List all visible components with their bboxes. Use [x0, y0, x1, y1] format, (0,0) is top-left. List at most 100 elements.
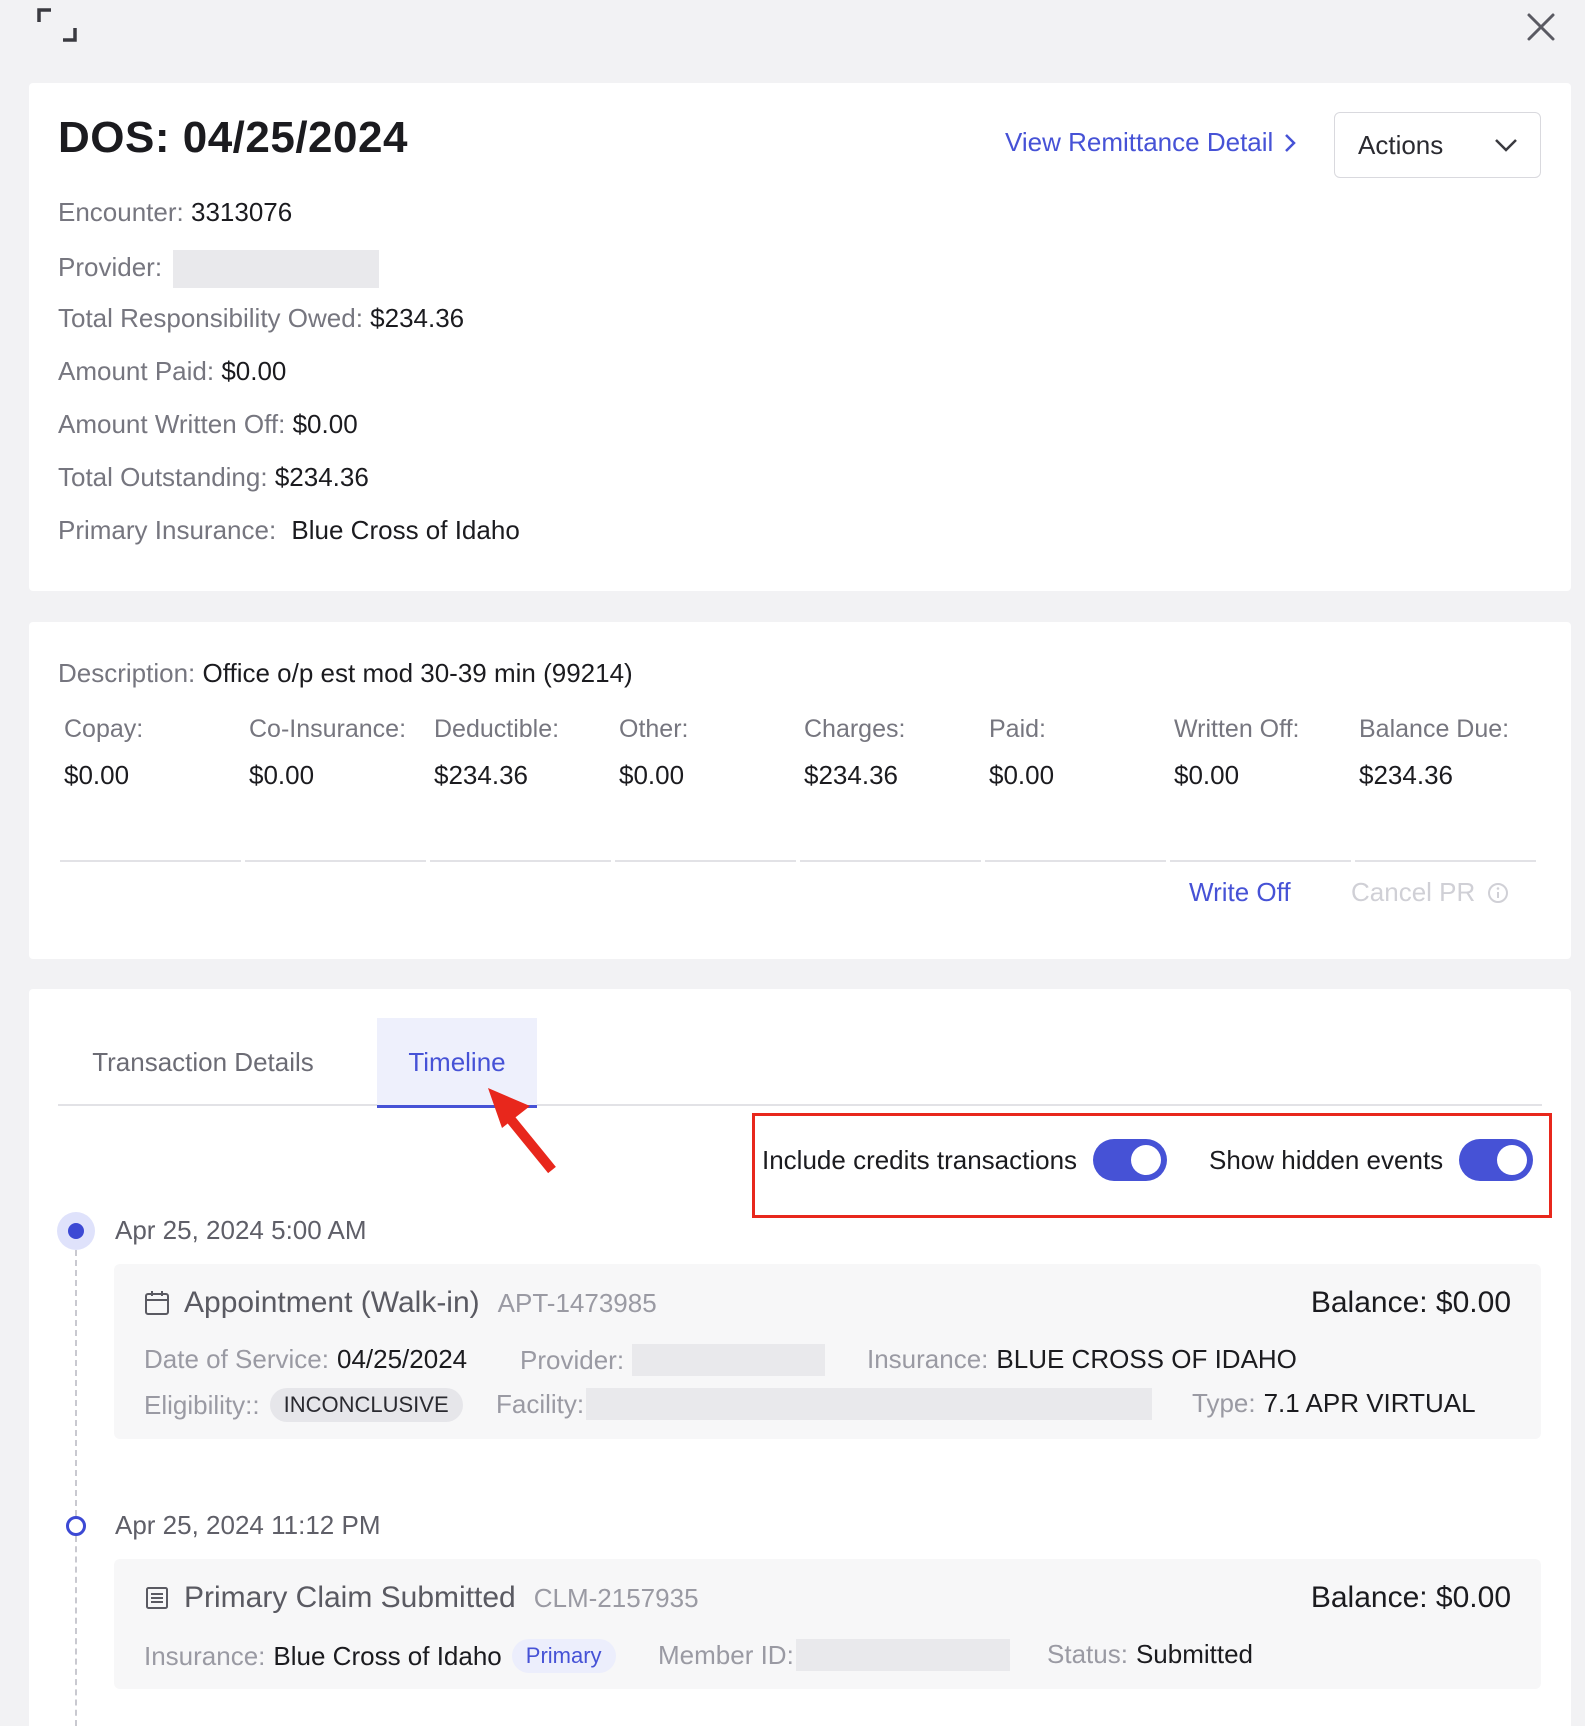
show-hidden-events-toggle[interactable] — [1459, 1139, 1534, 1181]
include-credits-label: Include credits transactions — [762, 1144, 1078, 1175]
event-title: Appointment (Walk-in) — [184, 1286, 480, 1319]
total-outstanding-label: Total Outstanding: — [58, 462, 268, 492]
date-of-service-value: 04/25/2024 — [336, 1344, 468, 1374]
provider-redacted — [632, 1344, 826, 1376]
deductible-label: Deductible: — [434, 715, 560, 743]
provider-row: Provider: — [58, 250, 380, 288]
chevron-right-icon — [1285, 133, 1297, 152]
insurance-label: Insurance: — [144, 1640, 266, 1671]
amount-written-off-row: Amount Written Off: $0.00 — [58, 409, 358, 440]
timeline-dot-active — [57, 1212, 95, 1250]
member-id-redacted — [795, 1639, 1010, 1671]
provider-label: Provider: — [520, 1344, 625, 1375]
divider — [985, 860, 1166, 862]
event-id: APT-1473985 — [497, 1287, 657, 1318]
show-hidden-events-label: Show hidden events — [1209, 1144, 1444, 1175]
view-remittance-detail-label: View Remittance Detail — [1005, 127, 1274, 157]
timeline-dot — [66, 1516, 86, 1536]
tab-transaction-details[interactable]: Transaction Details — [58, 1018, 348, 1106]
charges-value: $234.36 — [804, 760, 898, 790]
amount-written-off-label: Amount Written Off: — [58, 409, 286, 439]
timeline-date: Apr 25, 2024 11:12 PM — [115, 1510, 381, 1540]
facility-redacted — [586, 1388, 1153, 1420]
facility-label: Facility: — [496, 1388, 585, 1419]
total-responsibility-value: $234.36 — [370, 303, 465, 333]
divider — [60, 860, 241, 862]
written-off-label: Written Off: — [1174, 715, 1300, 743]
balance-due-column: Balance Due: $234.36 — [1353, 715, 1536, 865]
divider — [1170, 860, 1351, 862]
balance-due-label: Balance Due: — [1359, 715, 1510, 743]
tab-bar: Transaction Details Timeline — [58, 1018, 1542, 1108]
event-id: CLM-2157935 — [533, 1582, 699, 1613]
chevron-down-icon — [1495, 139, 1517, 152]
copay-label: Copay: — [64, 715, 144, 743]
event-balance: Balance: $0.00 — [1310, 1581, 1511, 1614]
event-title: Primary Claim Submitted — [184, 1581, 516, 1614]
amount-paid-row: Amount Paid: $0.00 — [58, 356, 286, 387]
divider — [430, 860, 611, 862]
view-remittance-detail-link[interactable]: View Remittance Detail — [1005, 127, 1297, 158]
info-icon — [1488, 882, 1509, 903]
timeline-connector — [75, 1536, 77, 1726]
other-value: $0.00 — [619, 760, 685, 790]
co-insurance-value: $0.00 — [249, 760, 315, 790]
member-id-label: Member ID: — [658, 1639, 794, 1670]
insurance-label: Insurance: — [867, 1344, 989, 1374]
insurance-value: Blue Cross of Idaho — [273, 1640, 502, 1671]
insurance-field: Insurance: Blue Cross of Idaho Primary — [144, 1639, 616, 1673]
total-outstanding-row: Total Outstanding: $234.36 — [58, 462, 369, 493]
divider — [615, 860, 796, 862]
description-label: Description: — [58, 658, 196, 688]
divider — [245, 860, 426, 862]
close-icon[interactable] — [1522, 8, 1560, 46]
event-title-row: Appointment (Walk-in) APT-1473985 — [144, 1286, 657, 1320]
type-label: Type: — [1192, 1388, 1256, 1418]
charges-column: Charges: $234.36 — [798, 715, 981, 865]
event-title-row: Primary Claim Submitted CLM-2157935 — [144, 1581, 699, 1615]
deductible-column: Deductible: $234.36 — [428, 715, 611, 865]
write-off-button[interactable]: Write Off — [1189, 877, 1291, 908]
description-row: Description: Office o/p est mod 30-39 mi… — [58, 658, 633, 689]
copay-column: Copay: $0.00 — [58, 715, 241, 865]
paid-value: $0.00 — [989, 760, 1055, 790]
timeline-event-claim[interactable]: Primary Claim Submitted CLM-2157935 Bala… — [114, 1559, 1541, 1689]
insurance-field: Insurance: BLUE CROSS OF IDAHO — [867, 1344, 1297, 1375]
member-id-field: Member ID: — [658, 1639, 1010, 1671]
amount-written-off-value: $0.00 — [292, 409, 358, 439]
provider-field: Provider: — [520, 1344, 826, 1376]
calendar-icon — [145, 1291, 169, 1315]
annotation-arrow-icon — [488, 1088, 556, 1174]
primary-insurance-label: Primary Insurance: — [58, 515, 277, 545]
actions-dropdown[interactable]: Actions — [1334, 112, 1541, 178]
timeline-event-appointment[interactable]: Appointment (Walk-in) APT-1473985 Balanc… — [114, 1264, 1541, 1439]
include-credits-toggle-row: Include credits transactions — [762, 1139, 1168, 1181]
copay-value: $0.00 — [64, 760, 130, 790]
show-hidden-events-toggle-row: Show hidden events — [1209, 1139, 1534, 1181]
status-field: Status: Submitted — [1047, 1639, 1253, 1670]
provider-label: Provider: — [58, 251, 163, 282]
encounter-summary-card: DOS: 04/25/2024 View Remittance Detail A… — [29, 83, 1571, 591]
primary-insurance-row: Primary Insurance: Blue Cross of Idaho — [58, 515, 520, 546]
eligibility-badge: INCONCLUSIVE — [269, 1388, 463, 1422]
charge-line-card: Description: Office o/p est mod 30-39 mi… — [29, 622, 1571, 959]
timeline-connector — [75, 1250, 77, 1516]
total-responsibility-label: Total Responsibility Owed: — [58, 303, 363, 333]
document-icon — [146, 1587, 168, 1609]
total-outstanding-value: $234.36 — [274, 462, 369, 492]
cancel-pr-button[interactable]: Cancel PR — [1351, 877, 1509, 908]
include-credits-toggle[interactable] — [1093, 1139, 1168, 1181]
insurance-value: BLUE CROSS OF IDAHO — [996, 1344, 1297, 1374]
divider — [1355, 860, 1536, 862]
divider — [800, 860, 981, 862]
other-label: Other: — [619, 715, 689, 743]
timeline-date: Apr 25, 2024 5:00 AM — [115, 1215, 367, 1245]
date-of-service-label: Date of Service: — [144, 1344, 329, 1374]
encounter-value: 3313076 — [190, 197, 293, 227]
cancel-pr-label: Cancel PR — [1351, 877, 1476, 907]
description-value: Office o/p est mod 30-39 min (99214) — [202, 658, 633, 688]
provider-redacted — [173, 250, 380, 288]
primary-insurance-value: Blue Cross of Idaho — [291, 515, 520, 545]
expand-icon[interactable] — [36, 4, 78, 46]
charges-label: Charges: — [804, 715, 906, 743]
